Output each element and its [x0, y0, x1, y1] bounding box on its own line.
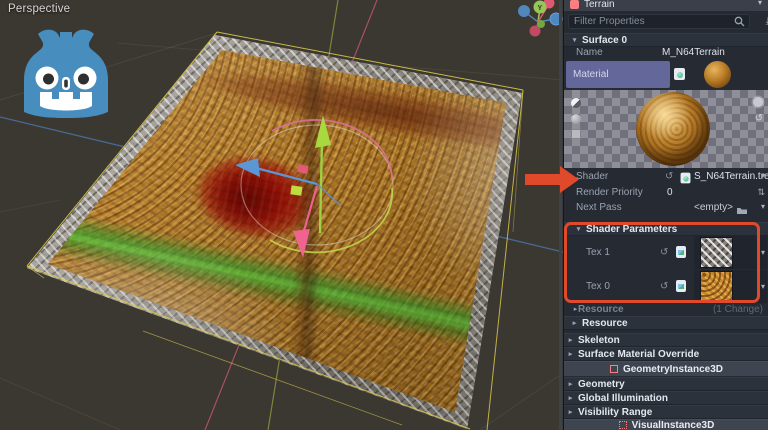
shader-label: Shader — [576, 171, 608, 182]
caret-collapsed-icon: ▸ — [567, 394, 574, 402]
gizmo-plane-handle-red[interactable] — [297, 164, 308, 174]
section-surface0[interactable]: ▾ Surface 0 — [564, 33, 768, 47]
inspector-node-header[interactable]: Terrain ▾ — [564, 0, 768, 11]
chevron-down-icon[interactable]: ▾ — [761, 171, 765, 180]
render-priority-value[interactable]: 0 — [667, 187, 673, 198]
section-global-illumination[interactable]: ▸ Global Illumination — [564, 391, 768, 405]
shader-file-icon — [681, 173, 691, 184]
panel-splitter[interactable] — [559, 0, 562, 430]
filter-properties-input[interactable] — [568, 14, 750, 29]
gizmo-z-axis[interactable] — [303, 186, 317, 234]
material-key-highlight[interactable]: Material — [566, 61, 670, 88]
annotation-arrow-icon — [524, 164, 580, 196]
nav-axis-y-label: Y — [538, 5, 543, 12]
preview-sphere-shape-icon[interactable] — [571, 114, 581, 124]
caret-collapsed-icon: ▸ — [567, 408, 574, 416]
name-value[interactable]: M_N64Terrain — [662, 47, 725, 58]
category-geometry-instance[interactable]: GeometryInstance3D — [564, 361, 768, 377]
nav-axis-z[interactable] — [518, 5, 530, 17]
godot-logo — [14, 22, 118, 118]
inspector-panel: Terrain ▾ ⤓ ▾ Surface 0 Name M_N64Terrai… — [563, 0, 768, 430]
chevron-down-icon[interactable]: ▾ — [761, 282, 765, 291]
category-visual-instance[interactable]: VisualInstance3D — [564, 419, 768, 430]
preview-environment-icon[interactable] — [753, 97, 763, 107]
caret-collapsed-icon: ▸ — [567, 350, 574, 358]
preview-light-toggle-icon[interactable] — [571, 98, 581, 108]
section-global-illumination-label: Global Illumination — [578, 393, 668, 404]
search-icon — [734, 16, 745, 27]
section-geometry-label: Geometry — [578, 379, 625, 390]
section-surface-material-override[interactable]: ▸ Surface Material Override — [564, 347, 768, 361]
geometry-instance-icon — [610, 365, 618, 373]
navigation-gizmo[interactable]: Y — [512, 0, 563, 54]
section-surface-material-override-label: Surface Material Override — [578, 349, 699, 360]
preview-rotate-icon[interactable]: ↺ — [755, 113, 763, 124]
visual-instance-icon — [619, 421, 627, 429]
chevron-down-icon[interactable]: ▾ — [761, 248, 765, 257]
shader-value[interactable]: S_N64Terrain.tre — [694, 171, 768, 182]
godot-editor-window: Perspective Y Terrain ▾ — [0, 0, 768, 430]
section-visibility-range[interactable]: ▸ Visibility Range — [564, 405, 768, 419]
folder-icon[interactable] — [736, 205, 748, 215]
render-priority-row: Render Priority 0 ⇅ — [564, 187, 768, 201]
resource-inner-label: Resource — [578, 304, 624, 315]
perspective-menu[interactable]: Perspective — [8, 3, 70, 15]
resource-inner-note: (1 Change) — [713, 304, 763, 315]
shader-material-icon — [674, 68, 685, 80]
gizmo-plane-handle-green[interactable] — [290, 185, 302, 195]
caret-collapsed-icon: ▸ — [571, 319, 578, 327]
section-skeleton-label: Skeleton — [578, 335, 620, 346]
material-label: Material — [573, 69, 609, 80]
godot-eye-left — [43, 74, 54, 85]
node-title: Terrain — [584, 0, 615, 10]
category-geometry-instance-label: GeometryInstance3D — [623, 364, 723, 375]
category-visual-instance-label: VisualInstance3D — [632, 420, 715, 430]
next-pass-value[interactable]: <empty> — [694, 202, 733, 213]
section-resource-label: Resource — [582, 318, 628, 329]
chevron-down-icon[interactable]: ▾ — [761, 202, 765, 211]
material-row: Material — [564, 60, 768, 89]
gizmo-x-axis[interactable] — [256, 168, 317, 184]
filter-row: ⤓ — [564, 13, 768, 31]
mesh-instance-icon — [570, 0, 579, 9]
section-surface0-label: Surface 0 — [582, 35, 627, 46]
resource-inner-row[interactable]: ▸ Resource (1 Change) — [564, 303, 768, 316]
next-pass-row: Next Pass <empty> ▾ — [564, 202, 768, 217]
section-skeleton[interactable]: ▸ Skeleton — [564, 333, 768, 347]
chevron-down-icon[interactable]: ▾ — [758, 0, 762, 7]
name-label: Name — [576, 47, 603, 58]
spinner-icon[interactable]: ⇅ — [757, 187, 765, 198]
section-geometry[interactable]: ▸ Geometry — [564, 377, 768, 391]
material-preview-thumb[interactable] — [704, 61, 731, 88]
material-preview-panel: ↺ — [564, 90, 768, 168]
caret-expanded-icon: ▾ — [571, 36, 578, 44]
gizmo-z-arrowhead[interactable] — [293, 229, 310, 258]
next-pass-label: Next Pass — [576, 202, 622, 213]
material-preview-sphere — [636, 92, 710, 166]
render-priority-label: Render Priority — [576, 187, 643, 198]
godot-eye-right — [78, 74, 89, 85]
name-row: Name M_N64Terrain — [564, 47, 768, 60]
caret-collapsed-icon: ▸ — [567, 380, 574, 388]
revert-icon[interactable]: ↺ — [665, 171, 673, 182]
section-resource[interactable]: ▸ Resource — [564, 316, 768, 330]
viewport-3d[interactable]: Perspective Y — [0, 0, 563, 430]
caret-collapsed-icon: ▸ — [567, 336, 574, 344]
preview-box-shape-icon[interactable] — [571, 129, 581, 139]
section-visibility-range-label: Visibility Range — [578, 407, 652, 418]
nav-center[interactable] — [537, 20, 545, 28]
annotation-highlight-rect — [564, 222, 760, 303]
shader-row: Shader ↺ S_N64Terrain.tre ▾ — [564, 171, 768, 186]
